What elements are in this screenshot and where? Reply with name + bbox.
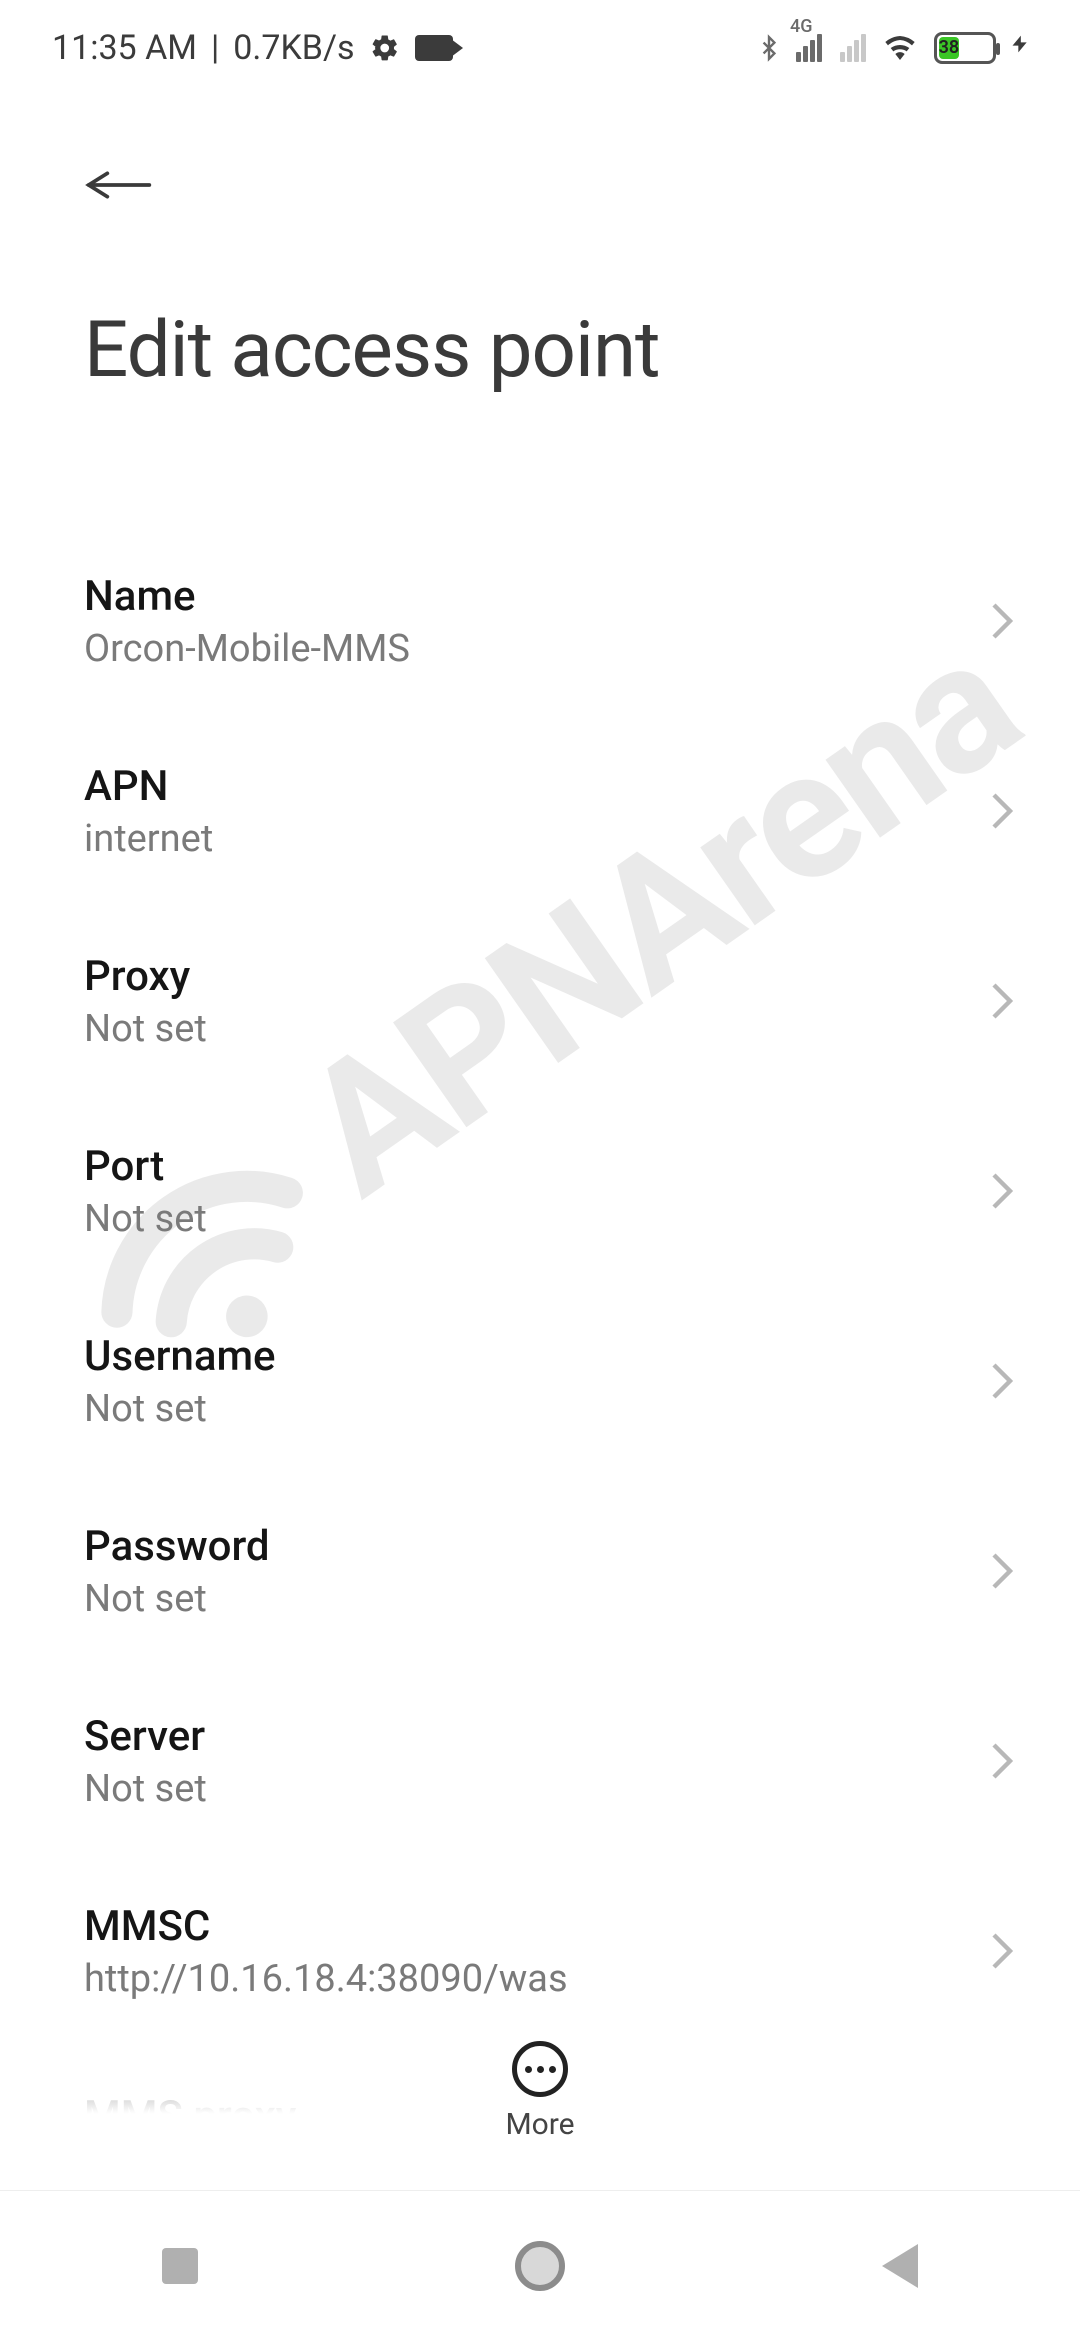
setting-value: Not set <box>84 1577 270 1621</box>
status-network-speed: 0.7KB/s <box>233 28 354 68</box>
status-bar: 11:35 AM | 0.7KB/s 4G 38 <box>0 0 1080 95</box>
back-button[interactable] <box>84 145 164 225</box>
battery-percent: 38 <box>939 37 959 59</box>
setting-label: Password <box>84 1522 270 1571</box>
setting-value: Orcon-Mobile-MMS <box>84 627 410 671</box>
setting-row-proxy[interactable]: Proxy Not set <box>0 906 1080 1096</box>
setting-row-username[interactable]: Username Not set <box>0 1286 1080 1476</box>
setting-row-port[interactable]: Port Not set <box>0 1096 1080 1286</box>
setting-row-mmsc[interactable]: MMSC http://10.16.18.4:38090/was <box>0 1856 1080 2046</box>
chevron-right-icon <box>984 1743 1020 1779</box>
setting-value: 10.16.18.77 <box>84 2147 296 2191</box>
chevron-right-icon <box>984 793 1020 829</box>
setting-value: Not set <box>84 1007 207 1051</box>
setting-label: Name <box>84 572 410 621</box>
setting-value: http://10.16.18.4:38090/was <box>84 1957 568 2001</box>
setting-value: Not set <box>84 1197 207 1241</box>
signal-type-label: 4G <box>790 16 813 37</box>
setting-label: Port <box>84 1142 207 1191</box>
setting-label: APN <box>84 762 213 811</box>
setting-row-apn[interactable]: APN internet <box>0 716 1080 906</box>
nav-recent-button[interactable] <box>150 2236 210 2296</box>
more-menu: More <box>0 2041 1080 2142</box>
nav-home-button[interactable] <box>510 2236 570 2296</box>
navigation-bar <box>0 2190 1080 2340</box>
nav-back-button[interactable] <box>870 2236 930 2296</box>
more-label: More <box>505 2107 574 2142</box>
signal-primary: 4G <box>796 34 822 62</box>
status-separator: | <box>211 28 219 68</box>
dot-icon <box>525 2066 532 2073</box>
dot-icon <box>537 2066 544 2073</box>
gear-icon <box>369 32 401 64</box>
chevron-right-icon <box>984 983 1020 1019</box>
status-right: 4G 38 <box>756 27 1030 68</box>
arrow-left-icon <box>84 165 154 205</box>
triangle-left-icon <box>882 2244 918 2288</box>
setting-label: Proxy <box>84 952 207 1001</box>
circle-icon <box>515 2241 565 2291</box>
status-left: 11:35 AM | 0.7KB/s <box>52 28 453 68</box>
chevron-right-icon <box>984 1553 1020 1589</box>
dot-icon <box>549 2066 556 2073</box>
chevron-right-icon <box>984 1933 1020 1969</box>
page-title: Edit access point <box>84 305 1020 396</box>
setting-row-password[interactable]: Password Not set <box>0 1476 1080 1666</box>
status-time: 11:35 AM <box>52 28 197 68</box>
setting-row-name[interactable]: Name Orcon-Mobile-MMS <box>0 526 1080 716</box>
chevron-right-icon <box>984 1173 1020 1209</box>
setting-label: Username <box>84 1332 276 1381</box>
camera-icon <box>415 35 453 61</box>
chevron-right-icon <box>984 603 1020 639</box>
battery-indicator: 38 <box>934 32 996 64</box>
header: Edit access point <box>0 95 1080 396</box>
setting-row-server[interactable]: Server Not set <box>0 1666 1080 1856</box>
settings-list: Name Orcon-Mobile-MMS APN internet Proxy… <box>0 526 1080 2236</box>
charging-icon <box>1010 27 1030 68</box>
setting-label: MMSC <box>84 1902 568 1951</box>
bluetooth-icon <box>756 30 782 66</box>
chevron-right-icon <box>984 1363 1020 1399</box>
square-icon <box>162 2248 198 2284</box>
setting-value: Not set <box>84 1387 276 1431</box>
wifi-icon <box>880 32 920 64</box>
setting-value: Not set <box>84 1767 207 1811</box>
signal-secondary <box>840 34 866 62</box>
setting-label: Server <box>84 1712 207 1761</box>
setting-value: internet <box>84 817 213 861</box>
more-button[interactable] <box>512 2041 568 2097</box>
